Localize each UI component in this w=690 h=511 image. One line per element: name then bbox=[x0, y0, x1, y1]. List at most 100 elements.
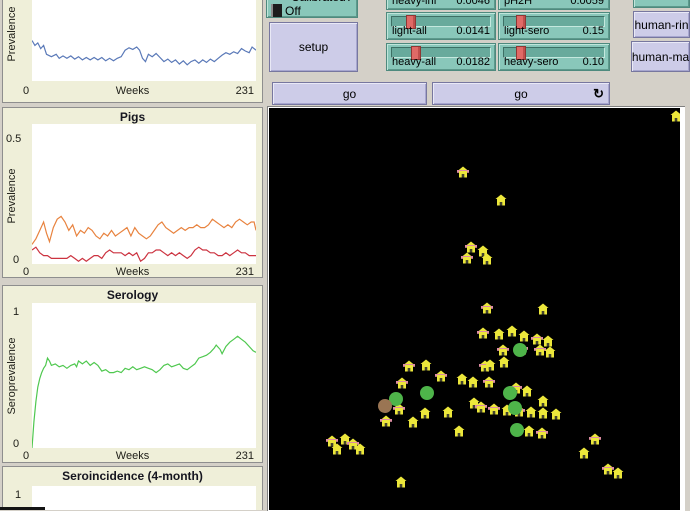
serology-plot-area bbox=[32, 303, 256, 448]
house-icon bbox=[488, 403, 500, 415]
seroincidence-plot-title: Seroincidence (4-month) bbox=[3, 469, 262, 483]
human-mass-button-label: human-ma bbox=[632, 50, 689, 64]
series-red bbox=[32, 247, 256, 261]
house-icon bbox=[497, 344, 509, 356]
house-icon bbox=[457, 166, 469, 178]
prevalence-xtick-231: 231 bbox=[236, 85, 254, 97]
tree-icon bbox=[503, 386, 517, 400]
slider-value: 0.0182 bbox=[456, 56, 490, 68]
slider-value: 0.0046 bbox=[456, 0, 490, 7]
go-forever-button[interactable]: go ↻ bbox=[432, 82, 610, 105]
plot-pigs-widget: Pigs Prevalence 0.5 0 0 Weeks 231 bbox=[2, 107, 263, 278]
serology-y-axis-label: Seroprevalence bbox=[6, 333, 18, 419]
setup-button[interactable]: setup bbox=[269, 22, 358, 72]
slider-name-label: light-all bbox=[392, 25, 427, 37]
serology-xtick-231: 231 bbox=[236, 450, 254, 462]
slider-value: 0.0141 bbox=[456, 25, 490, 37]
prevalence-y-axis-label: Prevalence bbox=[6, 1, 18, 67]
slider-name-label: heavy-all bbox=[392, 56, 436, 68]
right-widget-edge bbox=[633, 0, 690, 8]
human-ring-button[interactable]: human-rin bbox=[633, 11, 690, 38]
pigs-x-axis: 0 Weeks 231 bbox=[3, 266, 262, 278]
house-icon bbox=[475, 401, 487, 413]
slider-heavy-sero[interactable]: heavy-sero 0.10 bbox=[498, 43, 610, 71]
house-icon bbox=[396, 377, 408, 389]
house-icon bbox=[536, 427, 548, 439]
tree-icon bbox=[510, 423, 524, 437]
calibrated-switch[interactable]: Off Calibrated? bbox=[266, 0, 358, 18]
serology-plot-title: Serology bbox=[3, 288, 262, 302]
house-icon bbox=[537, 407, 549, 419]
house-icon bbox=[354, 443, 366, 455]
switch-toggle-icon[interactable] bbox=[271, 4, 282, 17]
house-icon bbox=[477, 327, 489, 339]
serology-x-axis: 0 Weeks 231 bbox=[3, 450, 262, 463]
house-icon bbox=[435, 370, 447, 382]
slider-name-label: light-sero bbox=[504, 25, 549, 37]
prevalence-x-axis: 0 Weeks 231 bbox=[3, 85, 262, 98]
house-icon bbox=[537, 303, 549, 315]
slider-ph2h[interactable]: pH2H 0.0059 bbox=[498, 0, 610, 10]
house-icon bbox=[481, 302, 493, 314]
house-icon bbox=[395, 476, 407, 488]
house-icon bbox=[461, 252, 473, 264]
house-icon bbox=[331, 443, 343, 455]
house-icon bbox=[506, 325, 518, 337]
tree-icon bbox=[420, 386, 434, 400]
pigs-plot-title: Pigs bbox=[3, 110, 262, 124]
house-icon bbox=[442, 406, 454, 418]
house-icon bbox=[481, 253, 493, 265]
pigs-ytick-top: 0.5 bbox=[6, 133, 21, 145]
go-button[interactable]: go bbox=[272, 82, 427, 105]
house-icon bbox=[578, 447, 590, 459]
slider-heavy-inf[interactable]: heavy-inf 0.0046 bbox=[386, 0, 496, 10]
house-icon bbox=[403, 360, 415, 372]
setup-button-label: setup bbox=[299, 40, 328, 54]
pigs-xtick-231: 231 bbox=[236, 266, 254, 278]
house-icon bbox=[544, 346, 556, 358]
serology-ytick-top: 1 bbox=[13, 306, 19, 318]
slider-heavy-all[interactable]: heavy-all 0.0182 bbox=[386, 43, 496, 71]
slider-value: 0.10 bbox=[583, 56, 604, 68]
house-icon bbox=[467, 376, 479, 388]
switch-name-label: Calibrated? bbox=[291, 0, 352, 4]
prevalence-plot-area bbox=[32, 0, 256, 81]
world-frame bbox=[267, 106, 685, 511]
house-icon bbox=[380, 415, 392, 427]
mound-icon bbox=[378, 399, 392, 413]
house-icon bbox=[612, 467, 624, 479]
serology-x-axis-label: Weeks bbox=[3, 450, 262, 462]
house-icon bbox=[483, 376, 495, 388]
serology-ytick-0: 0 bbox=[13, 438, 19, 450]
slider-light-all[interactable]: light-all 0.0141 bbox=[386, 12, 496, 40]
house-icon bbox=[525, 406, 537, 418]
house-icon bbox=[518, 330, 530, 342]
house-icon bbox=[453, 425, 465, 437]
pigs-x-axis-label: Weeks bbox=[3, 266, 262, 278]
world-view[interactable] bbox=[269, 108, 680, 510]
house-icon bbox=[550, 408, 562, 420]
forever-icon: ↻ bbox=[593, 86, 604, 102]
slider-value: 0.15 bbox=[583, 25, 604, 37]
slider-name-label: heavy-inf bbox=[392, 0, 437, 7]
human-ring-button-label: human-rin bbox=[634, 18, 688, 32]
house-icon bbox=[670, 110, 680, 122]
pigs-plot-area bbox=[32, 124, 256, 264]
plot-seroincidence-widget: Seroincidence (4-month) 1 bbox=[2, 466, 263, 510]
house-icon bbox=[521, 385, 533, 397]
human-mass-button[interactable]: human-ma bbox=[631, 41, 690, 72]
slider-name-label: pH2H bbox=[504, 0, 532, 7]
go-button-label: go bbox=[343, 87, 356, 101]
tree-icon bbox=[513, 343, 527, 357]
house-icon bbox=[420, 359, 432, 371]
seroincidence-plot-area bbox=[32, 486, 256, 510]
house-icon bbox=[407, 416, 419, 428]
serology-chart bbox=[32, 303, 256, 448]
house-icon bbox=[419, 407, 431, 419]
tree-icon bbox=[508, 401, 522, 415]
house-icon bbox=[495, 194, 507, 206]
plot-prevalence-widget: Prevalence 0 0 Weeks 231 bbox=[2, 0, 263, 103]
slider-light-sero[interactable]: light-sero 0.15 bbox=[498, 12, 610, 40]
slider-value: 0.0059 bbox=[570, 0, 604, 7]
house-icon bbox=[523, 425, 535, 437]
